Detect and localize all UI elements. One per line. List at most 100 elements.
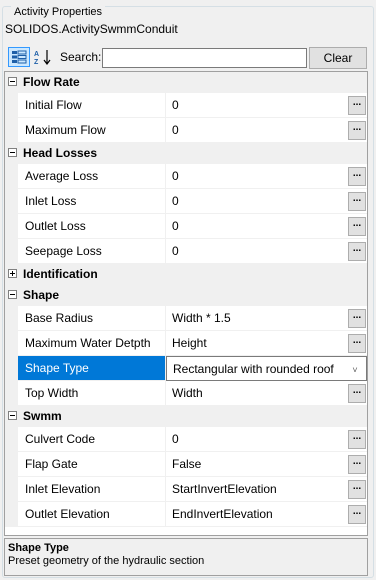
property-value[interactable]: StartInvertElevation	[172, 482, 277, 496]
property-name[interactable]: Shape Type	[18, 356, 166, 381]
property-value[interactable]: 0	[172, 219, 179, 233]
ellipsis-button[interactable]: ...	[348, 480, 366, 499]
property-value[interactable]: EndInvertElevation	[172, 507, 273, 521]
categorized-view-button[interactable]	[8, 47, 30, 67]
svg-text:A: A	[34, 51, 39, 58]
help-title: Shape Type	[8, 542, 69, 554]
property-name[interactable]: Inlet Elevation	[18, 477, 166, 502]
property-name[interactable]: Outlet Elevation	[18, 502, 166, 527]
property-name[interactable]: Culvert Code	[18, 427, 166, 452]
row-margin	[5, 477, 18, 502]
property-name[interactable]: Seepage Loss	[18, 239, 166, 264]
collapse-icon[interactable]	[8, 77, 17, 86]
property-value-cell[interactable]: 0...	[166, 189, 367, 214]
ellipsis-button[interactable]: ...	[348, 121, 366, 140]
property-value-cell[interactable]: 0...	[166, 239, 367, 264]
row-margin	[5, 356, 18, 381]
row-margin	[5, 381, 18, 406]
ellipsis-button[interactable]: ...	[348, 242, 366, 261]
property-row-outlet-loss[interactable]: Outlet Loss 0...	[5, 214, 367, 239]
row-margin	[5, 164, 18, 189]
property-value[interactable]: Width * 1.5	[172, 311, 231, 325]
property-name[interactable]: Inlet Loss	[18, 189, 166, 214]
search-input[interactable]	[102, 48, 307, 68]
category-head-losses[interactable]: Head Losses	[5, 143, 367, 164]
ellipsis-button[interactable]: ...	[348, 309, 366, 328]
ellipsis-button[interactable]: ...	[348, 334, 366, 353]
property-value-cell[interactable]: 0...	[166, 93, 367, 118]
property-value[interactable]: Width	[172, 386, 203, 400]
property-row-shape-type[interactable]: Shape Type Rectangular with rounded roof ˅	[5, 356, 367, 381]
alphabetical-sort-button[interactable]: A Z	[32, 47, 54, 67]
clear-button[interactable]: Clear	[309, 47, 367, 69]
ellipsis-button[interactable]: ...	[348, 192, 366, 211]
row-margin	[5, 93, 18, 118]
property-row-inlet-loss[interactable]: Inlet Loss 0...	[5, 189, 367, 214]
property-name[interactable]: Average Loss	[18, 164, 166, 189]
property-row-culvert-code[interactable]: Culvert Code 0...	[5, 427, 367, 452]
property-name[interactable]: Base Radius	[18, 306, 166, 331]
property-value[interactable]: 0	[172, 194, 179, 208]
property-name[interactable]: Initial Flow	[18, 93, 166, 118]
property-value-cell[interactable]: Height...	[166, 331, 367, 356]
property-grid: Flow Rate Initial Flow 0... Maximum Flow 0..…	[4, 71, 368, 536]
property-value[interactable]: 0	[172, 123, 179, 137]
property-value-cell[interactable]: 0...	[166, 214, 367, 239]
property-row-base-radius[interactable]: Base Radius Width * 1.5...	[5, 306, 367, 331]
property-value-cell[interactable]: EndInvertElevation...	[166, 502, 367, 527]
expand-icon[interactable]	[8, 269, 17, 278]
property-value-cell[interactable]: 0...	[166, 427, 367, 452]
property-value[interactable]: 0	[172, 244, 179, 258]
property-row-inlet-elevation[interactable]: Inlet Elevation StartInvertElevation...	[5, 477, 367, 502]
property-row-maximum-water-detpth[interactable]: Maximum Water Detpth Height...	[5, 331, 367, 356]
property-value-cell[interactable]: 0...	[166, 164, 367, 189]
property-name[interactable]: Outlet Loss	[18, 214, 166, 239]
property-value-cell[interactable]: Width...	[166, 381, 367, 406]
property-row-outlet-elevation[interactable]: Outlet Elevation EndInvertElevation...	[5, 502, 367, 527]
property-row-top-width[interactable]: Top Width Width...	[5, 381, 367, 406]
category-swmm[interactable]: Swmm	[5, 406, 367, 427]
property-value[interactable]: 0	[172, 169, 179, 183]
collapse-icon[interactable]	[8, 148, 17, 157]
property-value-cell[interactable]: Rectangular with rounded roof ˅	[166, 356, 367, 381]
property-value[interactable]: False	[172, 457, 201, 471]
property-value-cell[interactable]: Width * 1.5...	[166, 306, 367, 331]
ellipsis-button[interactable]: ...	[348, 430, 366, 449]
ellipsis-button[interactable]: ...	[348, 167, 366, 186]
collapse-icon[interactable]	[8, 411, 17, 420]
ellipsis-button[interactable]: ...	[348, 505, 366, 524]
property-row-maximum-flow[interactable]: Maximum Flow 0...	[5, 118, 367, 143]
ellipsis-button[interactable]: ...	[348, 455, 366, 474]
property-value-cell[interactable]: False...	[166, 452, 367, 477]
category-flow-rate[interactable]: Flow Rate	[5, 72, 367, 93]
category-shape[interactable]: Shape	[5, 285, 367, 306]
property-value-cell[interactable]: StartInvertElevation...	[166, 477, 367, 502]
property-row-seepage-loss[interactable]: Seepage Loss 0...	[5, 239, 367, 264]
row-margin	[5, 306, 18, 331]
category-label: Shape	[23, 288, 60, 302]
row-margin	[5, 331, 18, 356]
property-row-initial-flow[interactable]: Initial Flow 0...	[5, 93, 367, 118]
property-name[interactable]: Maximum Water Detpth	[18, 331, 166, 356]
property-name[interactable]: Top Width	[18, 381, 166, 406]
row-margin	[5, 214, 18, 239]
property-value[interactable]: Rectangular with rounded roof	[173, 362, 334, 376]
ellipsis-button[interactable]: ...	[348, 96, 366, 115]
property-name[interactable]: Flap Gate	[18, 452, 166, 477]
collapse-icon[interactable]	[8, 290, 17, 299]
category-identification[interactable]: Identification	[5, 264, 367, 285]
row-margin	[5, 118, 18, 143]
property-value[interactable]: Height	[172, 336, 207, 350]
property-row-flap-gate[interactable]: Flap Gate False...	[5, 452, 367, 477]
chevron-down-icon[interactable]: ˅	[346, 360, 364, 379]
group-title: Activity Properties	[11, 6, 106, 18]
ellipsis-button[interactable]: ...	[348, 217, 366, 236]
row-margin	[5, 452, 18, 477]
property-value[interactable]: 0	[172, 432, 179, 446]
ellipsis-button[interactable]: ...	[348, 384, 366, 403]
property-value[interactable]: 0	[172, 98, 179, 112]
property-name[interactable]: Maximum Flow	[18, 118, 166, 143]
property-value-cell[interactable]: 0...	[166, 118, 367, 143]
property-row-average-loss[interactable]: Average Loss 0...	[5, 164, 367, 189]
property-toolbar: A Z Search: Clear	[4, 46, 368, 69]
